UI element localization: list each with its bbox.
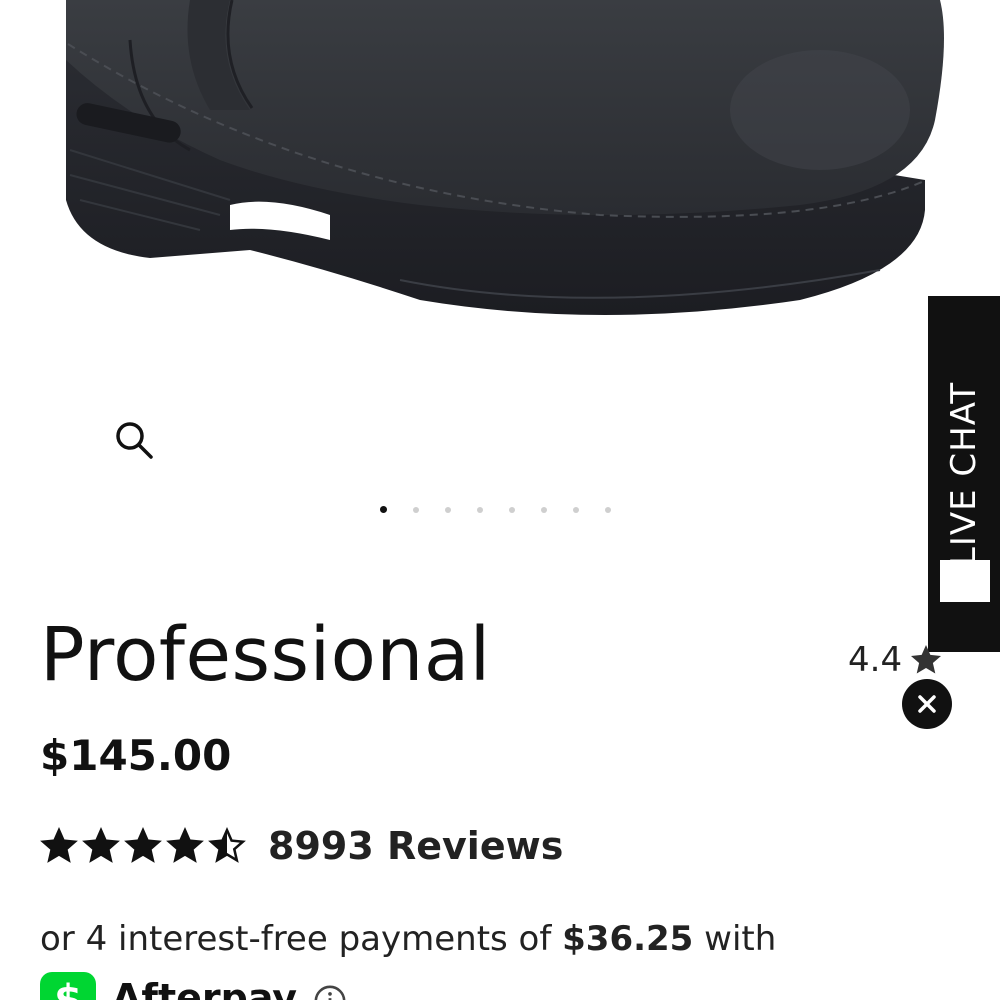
clog-shoe-image bbox=[66, 0, 944, 315]
product-price: $145.00 bbox=[40, 731, 232, 780]
live-chat-tab[interactable]: LIVE CHAT bbox=[928, 296, 1000, 652]
star-full-icon bbox=[166, 827, 204, 863]
carousel-dot[interactable] bbox=[605, 506, 611, 513]
star-icon bbox=[911, 645, 942, 674]
star-full-icon bbox=[40, 827, 78, 863]
zoom-button[interactable] bbox=[108, 414, 160, 466]
carousel-dot[interactable] bbox=[413, 506, 419, 513]
star-rating[interactable] bbox=[40, 827, 246, 865]
installment-amount: $36.25 bbox=[562, 919, 694, 959]
afterpay-row[interactable]: $ Afterpay bbox=[40, 972, 347, 1000]
search-icon bbox=[116, 422, 153, 459]
reviews-link[interactable]: 8993 Reviews bbox=[268, 824, 563, 868]
product-image[interactable] bbox=[0, 0, 1000, 400]
close-button[interactable] bbox=[902, 679, 952, 729]
dollar-icon: $ bbox=[40, 972, 96, 1000]
rating-value: 4.4 bbox=[848, 640, 903, 680]
rating-row: 8993 Reviews bbox=[40, 818, 563, 874]
carousel-dot[interactable] bbox=[445, 506, 451, 513]
product-title: Professional bbox=[40, 612, 491, 698]
installment-prefix: or 4 interest-free payments of bbox=[40, 919, 563, 959]
chat-bubble-icon bbox=[940, 560, 990, 602]
installment-message: or 4 interest-free payments of $36.25 wi… bbox=[40, 914, 776, 964]
carousel-dot[interactable] bbox=[509, 506, 515, 513]
star-full-icon bbox=[82, 827, 120, 863]
info-icon[interactable] bbox=[313, 984, 347, 1000]
carousel-dot[interactable] bbox=[541, 506, 547, 513]
carousel-dot[interactable] bbox=[380, 506, 387, 513]
rating-summary[interactable]: 4.4 bbox=[848, 640, 944, 680]
carousel-dot[interactable] bbox=[477, 506, 483, 513]
star-full-icon bbox=[124, 827, 162, 863]
close-icon bbox=[918, 695, 936, 713]
star-half-icon bbox=[208, 827, 246, 863]
image-carousel-pagination bbox=[380, 506, 611, 513]
carousel-dot[interactable] bbox=[573, 506, 579, 513]
installment-suffix: with bbox=[693, 919, 777, 959]
live-chat-label: LIVE CHAT bbox=[944, 381, 984, 567]
afterpay-label: Afterpay bbox=[112, 976, 298, 1000]
product-page: LIVE CHAT Professional 4.4 $145.00 8993 … bbox=[0, 0, 1000, 1000]
